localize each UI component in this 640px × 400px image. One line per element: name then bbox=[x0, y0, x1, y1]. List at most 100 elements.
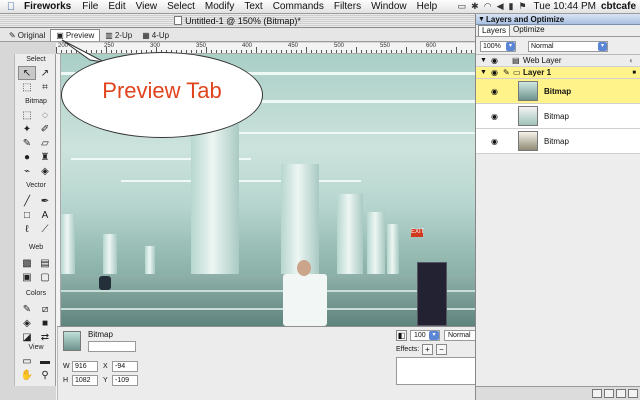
duplicate-layer-icon[interactable] bbox=[604, 389, 614, 398]
pen-tool-icon[interactable]: ✒ bbox=[36, 194, 54, 208]
ruler-top[interactable]: 200 250 300 350 400 450 500 550 600 bbox=[56, 43, 475, 54]
width-field[interactable]: 916 bbox=[72, 361, 98, 372]
marquee-tool-icon[interactable]: ⬚ bbox=[18, 108, 36, 122]
menu-edit[interactable]: Edit bbox=[103, 1, 130, 12]
knife-tool-icon[interactable]: ⟋ bbox=[36, 222, 54, 236]
slice-tool-icon[interactable]: ▤ bbox=[36, 256, 54, 270]
scale-tool-icon[interactable]: ⬚ bbox=[18, 80, 36, 94]
eraser-tool-icon[interactable]: ▱ bbox=[36, 136, 54, 150]
menu-view[interactable]: View bbox=[131, 1, 163, 12]
eye-icon[interactable]: ◉ bbox=[491, 79, 498, 104]
layer-row-layer-1[interactable]: ▼ ◉ ✎ ▭ Layer 1 ■ bbox=[476, 67, 640, 79]
ruler-tick bbox=[286, 50, 287, 53]
document-titlebar[interactable]: Untitled-1 @ 150% (Bitmap)* bbox=[0, 14, 475, 28]
fill-swatch-icon[interactable]: ■ bbox=[36, 316, 54, 330]
default-colors-icon[interactable]: ◪ bbox=[18, 330, 36, 344]
edit-pencil-icon[interactable]: ✎ bbox=[503, 67, 510, 79]
flag-icon[interactable]: ⚑ bbox=[518, 1, 526, 12]
display-icon[interactable]: ▭ bbox=[458, 1, 467, 12]
hotspot-tool-icon[interactable]: ▩ bbox=[18, 256, 36, 270]
battery-icon[interactable]: ▮ bbox=[509, 1, 514, 12]
freeform-tool-icon[interactable]: ℓ bbox=[18, 222, 36, 236]
eye-icon[interactable]: ◉ bbox=[491, 67, 498, 79]
full-screen-icon[interactable]: ▬ bbox=[36, 354, 54, 368]
hand-tool-icon[interactable]: ✋ bbox=[18, 368, 36, 382]
swap-colors-icon[interactable]: ⇄ bbox=[36, 330, 54, 344]
tab-4-up[interactable]: ▦ 4-Up bbox=[137, 29, 174, 41]
tab-4-up-label: 4-Up bbox=[151, 30, 170, 40]
stroke-swatch-icon[interactable]: ⧄ bbox=[36, 302, 54, 316]
remove-effect-icon[interactable]: − bbox=[436, 344, 447, 355]
hide-slices-icon[interactable]: ▣ bbox=[18, 270, 36, 284]
trash-icon[interactable] bbox=[628, 389, 638, 398]
menubar-user[interactable]: cbtcafe bbox=[601, 1, 636, 12]
expand-triangle-icon[interactable]: ▼ bbox=[480, 55, 487, 67]
object-row-bitmap-2[interactable]: ◉ Bitmap bbox=[476, 104, 640, 129]
tools-panel: Select ↖ ↗ ⬚ ⌗ Bitmap ⬚ ◌ ✦ ✐ ✎ ▱ ● ♜ ⌁ … bbox=[14, 54, 56, 386]
standard-screen-icon[interactable]: ▭ bbox=[18, 354, 36, 368]
pointer-tool-icon[interactable]: ↖ bbox=[18, 66, 36, 80]
show-slices-icon[interactable]: ▢ bbox=[36, 270, 54, 284]
zoom-tool-icon[interactable]: ⚲ bbox=[36, 368, 54, 382]
layer-blend-value: Normal bbox=[531, 43, 554, 50]
blur-tool-icon[interactable]: ● bbox=[18, 150, 36, 164]
paint-bucket-tool-icon[interactable]: ◈ bbox=[36, 164, 54, 178]
apple-icon[interactable]:  bbox=[0, 1, 22, 13]
crop-tool-icon[interactable]: ⌗ bbox=[36, 80, 54, 94]
layers-panel-header[interactable]: ▼ Layers and Optimize bbox=[476, 14, 640, 25]
eyedropper-tool-icon[interactable]: ⌁ bbox=[18, 164, 36, 178]
lasso-tool-icon[interactable]: ◌ bbox=[36, 108, 54, 122]
menu-commands[interactable]: Commands bbox=[268, 1, 329, 12]
magic-wand-tool-icon[interactable]: ✦ bbox=[18, 122, 36, 136]
brush-tool-icon[interactable]: ✐ bbox=[36, 122, 54, 136]
ruler-tick bbox=[261, 50, 262, 53]
subselect-tool-icon[interactable]: ↗ bbox=[36, 66, 54, 80]
menu-help[interactable]: Help bbox=[412, 1, 443, 12]
layer-options-icon[interactable]: ■ bbox=[632, 67, 636, 79]
x-field[interactable]: -94 bbox=[112, 361, 138, 372]
object-row-bitmap-1[interactable]: ◉ Bitmap bbox=[476, 79, 640, 104]
eye-toggle-icon[interactable]: ◐ bbox=[629, 55, 634, 67]
collapse-triangle-icon[interactable]: ▼ bbox=[478, 14, 485, 25]
y-field[interactable]: -109 bbox=[112, 375, 138, 386]
tab-optimize[interactable]: Optimize bbox=[510, 25, 548, 36]
menu-select[interactable]: Select bbox=[162, 1, 200, 12]
wifi-icon[interactable]: ◠ bbox=[484, 1, 492, 12]
ceiling-light bbox=[121, 180, 361, 182]
layer-row-web-layer[interactable]: ▼ ◉ ▤ Web Layer ◐ bbox=[476, 55, 640, 67]
add-mask-icon[interactable] bbox=[616, 389, 626, 398]
object-name-field[interactable] bbox=[88, 341, 136, 352]
ruler-tick bbox=[396, 50, 397, 53]
object-row-bitmap-3[interactable]: ◉ Bitmap bbox=[476, 129, 640, 154]
rectangle-tool-icon[interactable]: □ bbox=[18, 208, 36, 222]
menu-text[interactable]: Text bbox=[239, 1, 267, 12]
expand-triangle-icon[interactable]: ▼ bbox=[480, 67, 487, 79]
eye-icon[interactable]: ◉ bbox=[491, 55, 498, 67]
menubar-clock[interactable]: Tue 10:44 PM bbox=[532, 1, 596, 12]
height-field[interactable]: 1082 bbox=[72, 375, 98, 386]
text-tool-icon[interactable]: A bbox=[36, 208, 54, 222]
layer-opacity-select[interactable]: 100% ▾ bbox=[480, 41, 516, 52]
stroke-color-icon[interactable]: ✎ bbox=[18, 302, 36, 316]
menu-app-fireworks[interactable]: Fireworks bbox=[22, 1, 77, 12]
tab-original[interactable]: ✎ Original bbox=[4, 29, 50, 41]
menu-file[interactable]: File bbox=[77, 1, 103, 12]
menu-filters[interactable]: Filters bbox=[329, 1, 366, 12]
rubber-stamp-tool-icon[interactable]: ♜ bbox=[36, 150, 54, 164]
new-layer-icon[interactable] bbox=[592, 389, 602, 398]
tab-layers[interactable]: Layers bbox=[478, 25, 511, 36]
menu-modify[interactable]: Modify bbox=[200, 1, 239, 12]
menu-window[interactable]: Window bbox=[366, 1, 412, 12]
eye-icon[interactable]: ◉ bbox=[491, 104, 498, 129]
layer-blend-select[interactable]: Normal ▾ bbox=[528, 41, 608, 52]
pencil-tool-icon[interactable]: ✎ bbox=[18, 136, 36, 150]
bluetooth-icon[interactable]: ✱ bbox=[471, 1, 479, 12]
add-effect-icon[interactable]: + bbox=[422, 344, 433, 355]
eye-icon[interactable]: ◉ bbox=[491, 129, 498, 154]
fill-color-icon[interactable]: ◈ bbox=[18, 316, 36, 330]
opacity-field[interactable]: 100 ▾ bbox=[410, 330, 440, 341]
ruler-label: 600 bbox=[426, 43, 437, 49]
bitmap-thumbnail bbox=[518, 131, 538, 151]
line-tool-icon[interactable]: ╱ bbox=[18, 194, 36, 208]
volume-icon[interactable]: ◀ bbox=[497, 1, 504, 12]
